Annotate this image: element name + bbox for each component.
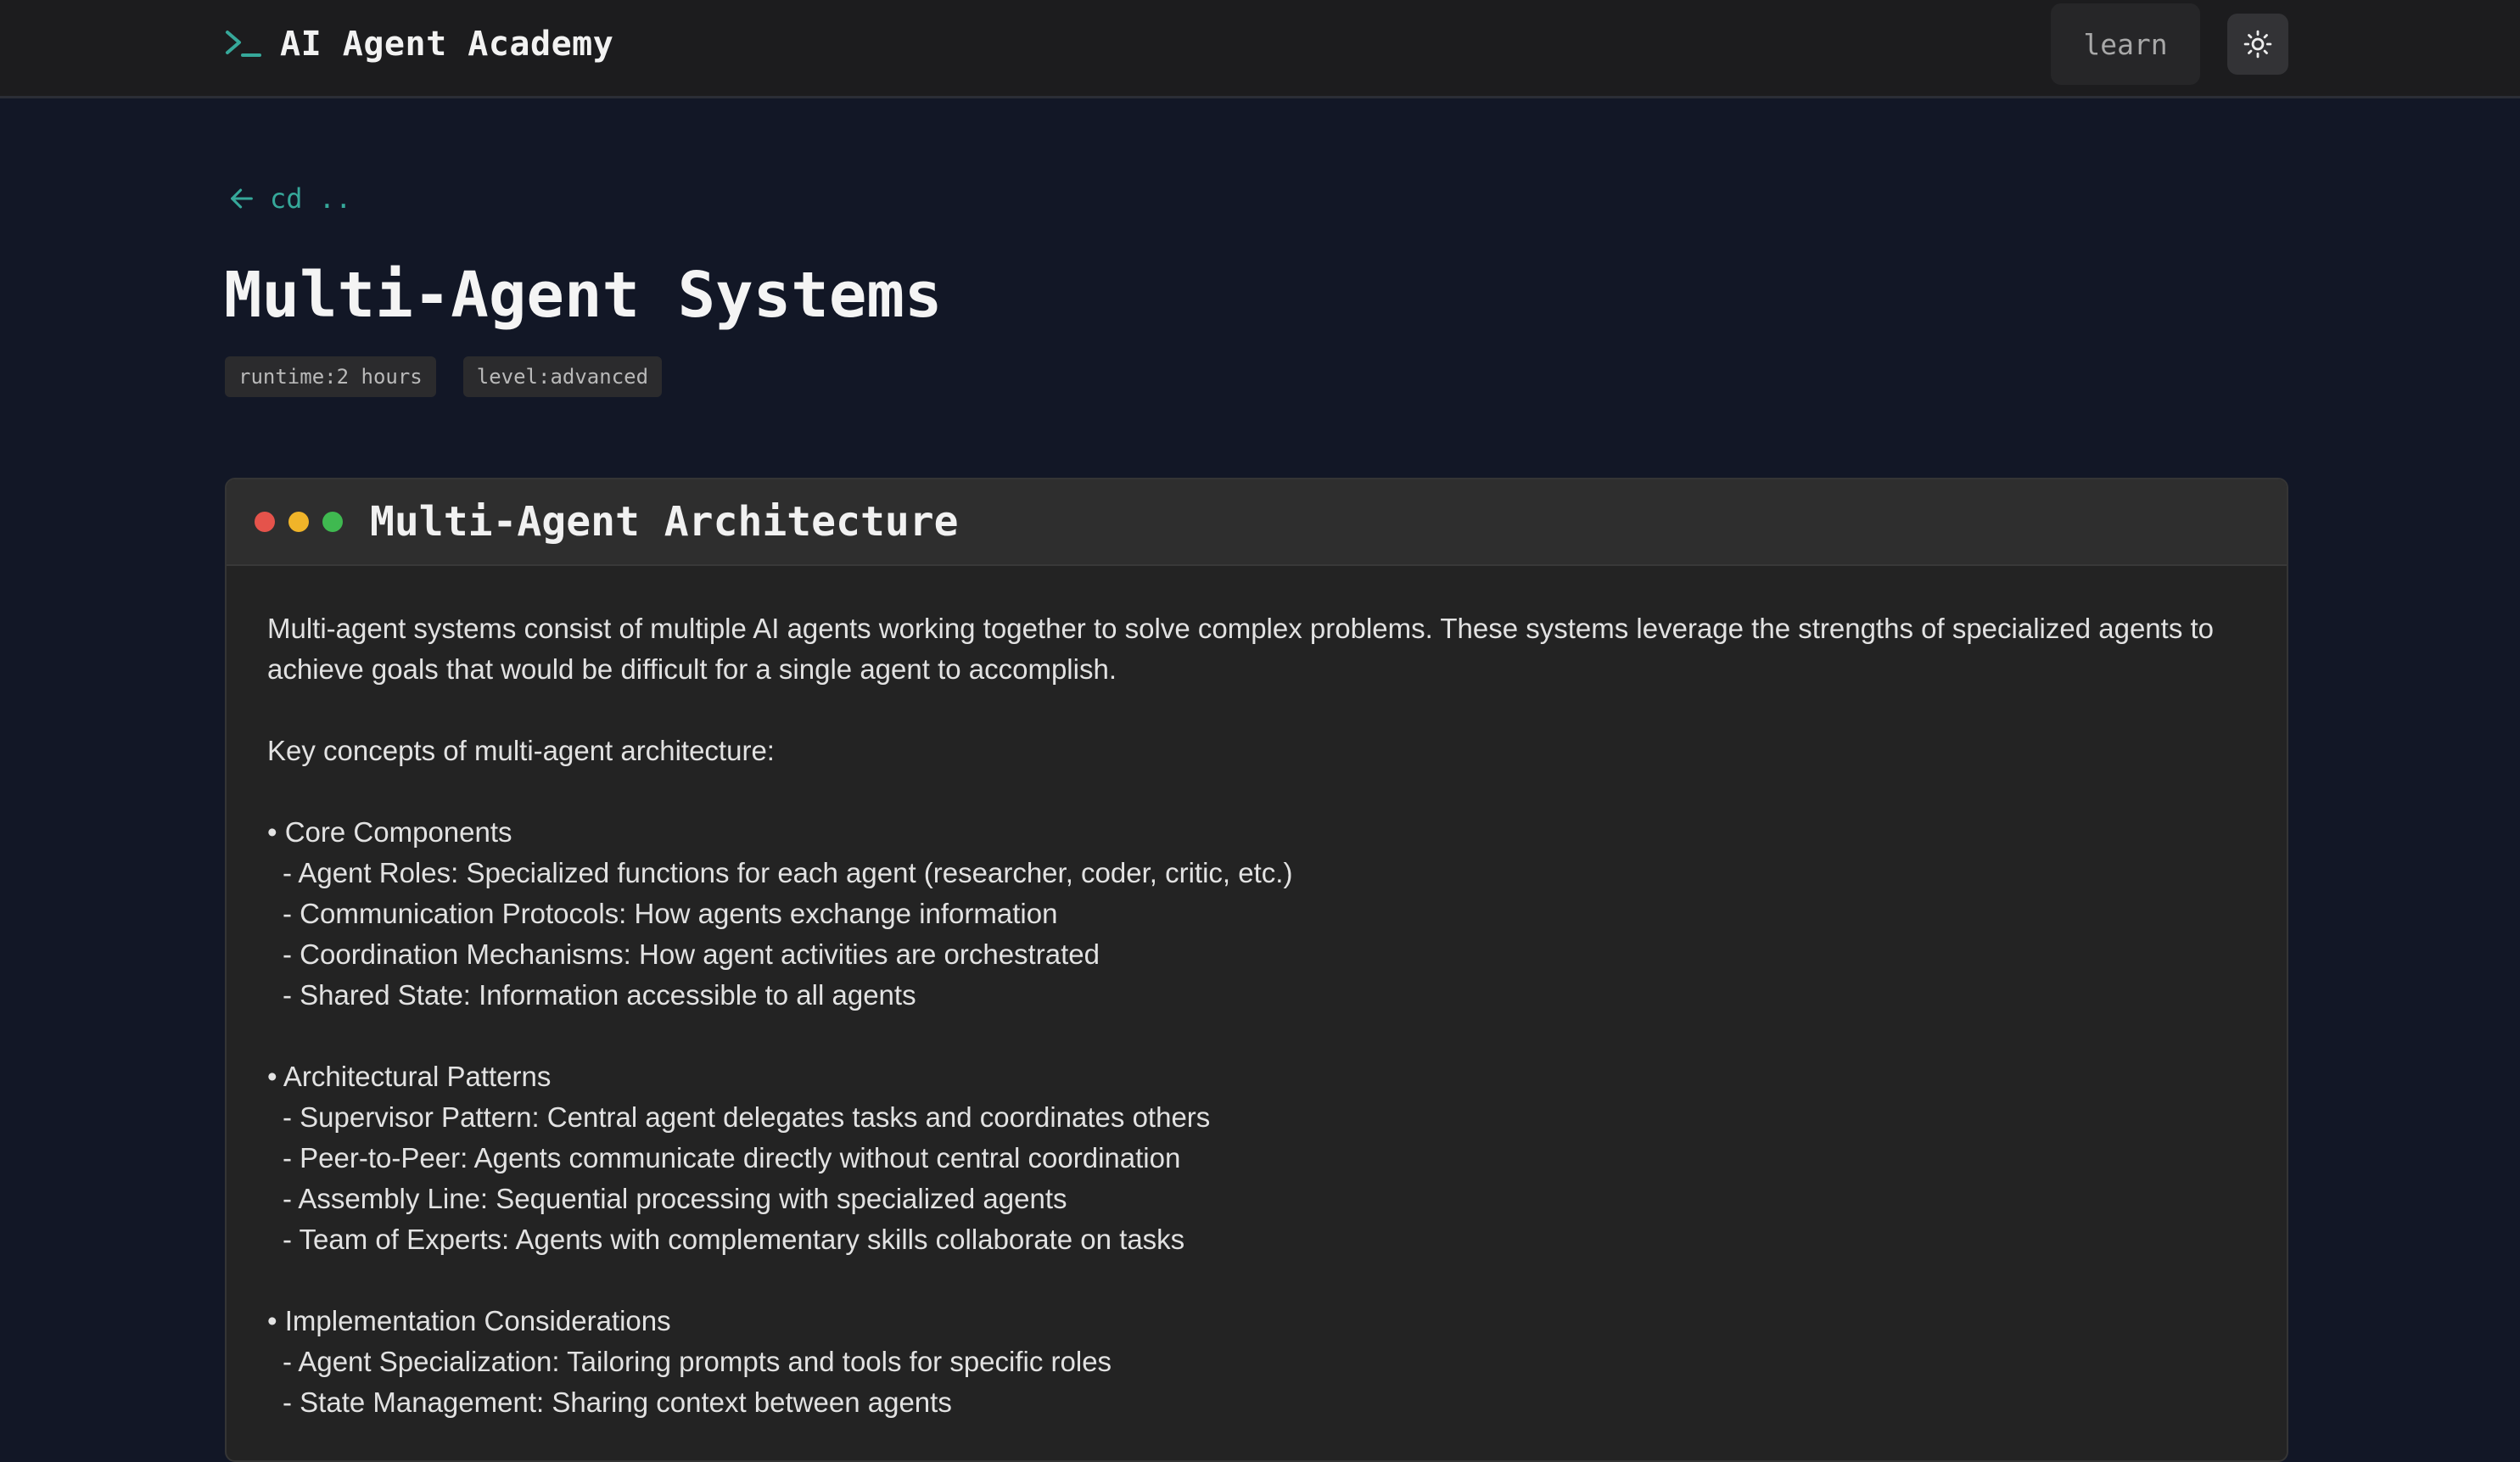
list-item: - Agent Specialization: Tailoring prompt… <box>283 1346 1112 1377</box>
panel-body: Multi-agent systems consist of multiple … <box>227 566 2287 1423</box>
level-tag: level:advanced <box>462 356 663 397</box>
list-item: - Coordination Mechanisms: How agent act… <box>283 938 1100 970</box>
back-link[interactable]: cd .. <box>227 180 351 217</box>
list-item: - State Management: Sharing context betw… <box>283 1386 952 1418</box>
back-link-label: cd .. <box>270 182 352 215</box>
list-item: - Shared State: Information accessible t… <box>283 979 916 1011</box>
list-item: - Supervisor Pattern: Central agent dele… <box>283 1101 1211 1133</box>
list-item: - Team of Experts: Agents with complemen… <box>283 1224 1185 1255</box>
concept-section: • Implementation Considerations - Agent … <box>267 1301 2246 1423</box>
top-navbar: AI Agent Academy learn <box>0 0 2520 98</box>
tag-list: runtime:2 hours level:advanced <box>225 356 663 397</box>
list-item: - Communication Protocols: How agents ex… <box>283 898 1058 929</box>
window-dot-red-icon <box>255 512 275 532</box>
concept-section: • Architectural Patterns - Supervisor Pa… <box>267 1056 2246 1260</box>
theme-toggle-button[interactable] <box>2227 14 2288 75</box>
panel-header: Multi-Agent Architecture <box>227 479 2287 566</box>
nav-learn-link[interactable]: learn <box>2051 3 2200 85</box>
intro-paragraph: Multi-agent systems consist of multiple … <box>267 613 2215 685</box>
brand-link[interactable]: AI Agent Academy <box>224 22 613 66</box>
list-item: - Agent Roles: Specialized functions for… <box>283 857 1293 888</box>
key-concepts-heading: Key concepts of multi-agent architecture… <box>267 735 775 766</box>
section-heading: • Architectural Patterns <box>267 1061 552 1092</box>
panel-title: Multi-Agent Architecture <box>370 498 959 546</box>
content-panel: Multi-Agent Architecture Multi-agent sys… <box>225 478 2288 1462</box>
sun-icon <box>2243 30 2272 59</box>
list-item: - Peer-to-Peer: Agents communicate direc… <box>283 1142 1181 1174</box>
page-title: Multi-Agent Systems <box>224 259 943 332</box>
brand-title: AI Agent Academy <box>280 25 614 64</box>
window-dot-green-icon <box>322 512 343 532</box>
arrow-left-icon <box>231 188 253 209</box>
runtime-tag: runtime:2 hours <box>225 356 436 397</box>
window-dot-yellow-icon <box>288 512 309 532</box>
section-heading: • Implementation Considerations <box>267 1305 671 1336</box>
list-item: - Assembly Line: Sequential processing w… <box>283 1183 1067 1214</box>
concept-section: • Core Components - Agent Roles: Special… <box>267 812 2246 1016</box>
section-heading: • Core Components <box>267 816 512 848</box>
terminal-prompt-icon <box>226 31 261 57</box>
